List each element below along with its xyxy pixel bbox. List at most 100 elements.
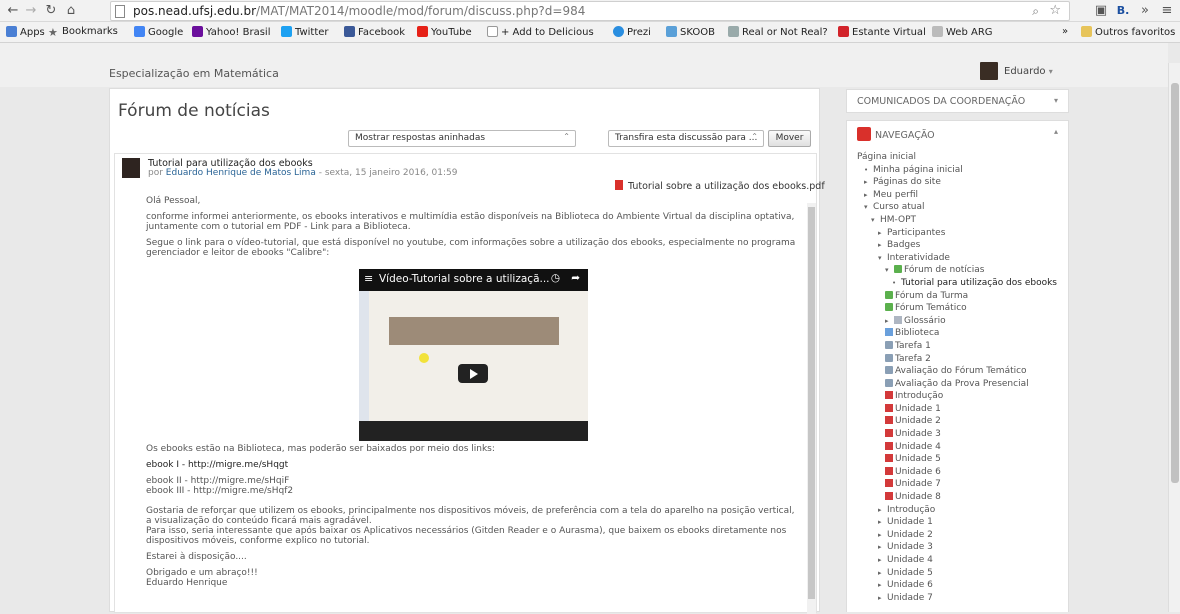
collapsed-icon[interactable]: ▸ bbox=[878, 529, 887, 542]
nav-item[interactable]: ▸ Badges bbox=[857, 239, 1067, 252]
nav-item[interactable]: ▸ Páginas do site bbox=[857, 176, 1067, 189]
bookmark-skoob[interactable]: SKOOB bbox=[666, 26, 715, 38]
nav-item[interactable]: Unidade 5 bbox=[857, 453, 1067, 466]
nav-item[interactable]: ▸ Unidade 2 bbox=[857, 529, 1067, 542]
nav-item[interactable]: Tarefa 2 bbox=[857, 353, 1067, 366]
play-icon[interactable] bbox=[458, 364, 488, 383]
nav-item[interactable]: Fórum da Turma bbox=[857, 290, 1067, 303]
block-title[interactable]: COMUNICADOS DA COORDENAÇÃO bbox=[857, 96, 1025, 107]
nav-item[interactable]: Unidade 8 bbox=[857, 491, 1067, 504]
star-icon[interactable]: ☆ bbox=[1049, 3, 1061, 18]
home-icon[interactable]: ⌂ bbox=[62, 2, 80, 20]
bullet-icon[interactable]: • bbox=[892, 277, 901, 290]
collapsed-icon[interactable]: ▸ bbox=[878, 579, 887, 592]
post-scrollbar[interactable] bbox=[807, 203, 816, 614]
collapsed-icon[interactable]: ▸ bbox=[885, 315, 894, 328]
bookmark-yahoo[interactable]: Yahoo! Brasil bbox=[192, 26, 271, 38]
nav-item[interactable]: Unidade 3 bbox=[857, 428, 1067, 441]
collapsed-icon[interactable]: ▸ bbox=[878, 239, 887, 252]
expanded-icon[interactable]: ▾ bbox=[871, 214, 880, 227]
bookmark-twitter[interactable]: Twitter bbox=[281, 26, 329, 38]
nav-item[interactable]: Unidade 1 bbox=[857, 403, 1067, 416]
nav-item[interactable]: Unidade 2 bbox=[857, 415, 1067, 428]
nav-item[interactable]: Fórum Temático bbox=[857, 302, 1067, 315]
nav-item[interactable]: Biblioteca bbox=[857, 327, 1067, 340]
post-scrollbar-thumb[interactable] bbox=[808, 207, 815, 599]
nav-item[interactable]: ▾ HM-OPT bbox=[857, 214, 1067, 227]
reload-icon[interactable]: ↻ bbox=[42, 2, 60, 20]
collapsed-icon[interactable]: ▸ bbox=[878, 541, 887, 554]
move-button[interactable]: Mover bbox=[768, 130, 811, 147]
nav-item[interactable]: ▸ Unidade 7 bbox=[857, 592, 1067, 605]
bookmark-bookmarks[interactable]: ★ Bookmarks bbox=[48, 26, 118, 39]
other-bookmarks-folder[interactable]: Outros favoritos bbox=[1081, 26, 1175, 38]
extension-icon[interactable]: B. bbox=[1114, 2, 1132, 20]
collapsed-icon[interactable]: ▸ bbox=[878, 516, 887, 529]
print-icon[interactable]: ▣ bbox=[1092, 2, 1110, 20]
collapsed-icon[interactable]: ▸ bbox=[864, 189, 873, 202]
display-mode-select[interactable]: Mostrar respostas aninhadas ⌃ bbox=[348, 130, 576, 147]
author-link[interactable]: Eduardo Henrique de Matos Lima bbox=[166, 168, 316, 178]
ebook-link-2[interactable]: ebook II - http://migre.me/sHqiF bbox=[146, 476, 801, 486]
address-url[interactable]: pos.nead.ufsj.edu.br/MAT/MAT2014/moodle/… bbox=[133, 4, 585, 18]
nav-item[interactable]: Unidade 4 bbox=[857, 441, 1067, 454]
nav-item[interactable]: ▸ Participantes bbox=[857, 227, 1067, 240]
video-title[interactable]: Vídeo-Tutorial sobre a utilizaçã... bbox=[379, 273, 550, 285]
nav-item[interactable]: Tarefa 1 bbox=[857, 340, 1067, 353]
menu-icon[interactable]: ≡ bbox=[1158, 2, 1176, 20]
nav-item[interactable]: ▾ Fórum de notícias bbox=[857, 264, 1067, 277]
ebook-link-3[interactable]: ebook III - http://migre.me/sHqf2 bbox=[146, 486, 801, 496]
bookmark-facebook[interactable]: Facebook bbox=[344, 26, 405, 38]
bullet-icon[interactable]: • bbox=[864, 164, 873, 177]
bookmark-web-arg[interactable]: Web ARG bbox=[932, 26, 993, 38]
nav-item[interactable]: ▸ Unidade 3 bbox=[857, 541, 1067, 554]
bookmark-delicious[interactable]: + Add to Delicious bbox=[487, 26, 594, 38]
nav-item[interactable]: Avaliação do Fórum Temático bbox=[857, 365, 1067, 378]
chevron-up-icon[interactable]: ▴ bbox=[1054, 127, 1058, 136]
expanded-icon[interactable]: ▾ bbox=[864, 201, 873, 214]
nav-item[interactable]: • Tutorial para utilização dos ebooks bbox=[857, 277, 1067, 290]
share-icon[interactable]: ➦ bbox=[571, 272, 580, 284]
collapsed-icon[interactable]: ▸ bbox=[878, 504, 887, 517]
attachment-link[interactable]: Tutorial sobre a utilização dos ebooks.p… bbox=[615, 180, 825, 192]
nav-item[interactable]: Unidade 6 bbox=[857, 466, 1067, 479]
nav-item[interactable]: Avaliação da Prova Presencial bbox=[857, 378, 1067, 391]
expanded-icon[interactable]: ▾ bbox=[885, 264, 894, 277]
bookmark-prezi[interactable]: Prezi bbox=[613, 26, 651, 38]
nav-item[interactable]: ▸ Unidade 1 bbox=[857, 516, 1067, 529]
nav-item[interactable]: • Minha página inicial bbox=[857, 164, 1067, 177]
back-icon[interactable]: ← bbox=[4, 2, 22, 20]
author-avatar[interactable] bbox=[122, 158, 140, 178]
video-embed[interactable]: ≡ Vídeo-Tutorial sobre a utilizaçã... ◷ ➦ bbox=[359, 269, 588, 441]
forward-icon[interactable]: → bbox=[22, 2, 40, 20]
collapsed-icon[interactable]: ▸ bbox=[878, 227, 887, 240]
expanded-icon[interactable]: ▾ bbox=[878, 252, 887, 265]
bookmark-apps[interactable]: Apps bbox=[6, 26, 45, 38]
nav-item[interactable]: Página inicial bbox=[857, 151, 1067, 164]
nav-item[interactable]: ▸ Meu perfil bbox=[857, 189, 1067, 202]
bookmark-youtube[interactable]: YouTube bbox=[417, 26, 472, 38]
extensions-overflow-icon[interactable]: » bbox=[1136, 2, 1154, 20]
nav-item[interactable]: ▾ Curso atual bbox=[857, 201, 1067, 214]
nav-item[interactable]: ▸ Unidade 6 bbox=[857, 579, 1067, 592]
bookmarks-overflow-button[interactable]: » bbox=[1062, 26, 1068, 37]
ebook-link-1[interactable]: ebook I - http://migre.me/sHqgt bbox=[146, 460, 801, 470]
address-bar[interactable]: pos.nead.ufsj.edu.br/MAT/MAT2014/moodle/… bbox=[110, 1, 1070, 21]
zoom-icon[interactable]: ⌕ bbox=[1032, 4, 1039, 19]
collapsed-icon[interactable]: ▸ bbox=[878, 592, 887, 605]
nav-item[interactable]: Unidade 7 bbox=[857, 478, 1067, 491]
collapsed-icon[interactable]: ▸ bbox=[878, 554, 887, 567]
collapsed-icon[interactable]: ▸ bbox=[878, 567, 887, 580]
nav-item[interactable]: ▸ Unidade 4 bbox=[857, 554, 1067, 567]
bookmark-real-or-not[interactable]: Real or Not Real? bbox=[728, 26, 828, 38]
nav-item[interactable]: Introdução bbox=[857, 390, 1067, 403]
nav-item[interactable]: ▸ Glossário bbox=[857, 315, 1067, 328]
chevron-down-icon[interactable]: ▾ bbox=[1054, 96, 1058, 105]
block-title[interactable]: NAVEGAÇÃO bbox=[875, 130, 935, 141]
move-discussion-select[interactable]: Transfira esta discussão para ... ⌃ bbox=[608, 130, 764, 147]
nav-item[interactable]: ▸ Unidade 5 bbox=[857, 567, 1067, 580]
nav-item[interactable]: ▾ Interatividade bbox=[857, 252, 1067, 265]
scrollbar-thumb[interactable] bbox=[1171, 83, 1179, 483]
bookmark-estante[interactable]: Estante Virtual bbox=[838, 26, 926, 38]
page-scrollbar[interactable] bbox=[1168, 63, 1180, 612]
